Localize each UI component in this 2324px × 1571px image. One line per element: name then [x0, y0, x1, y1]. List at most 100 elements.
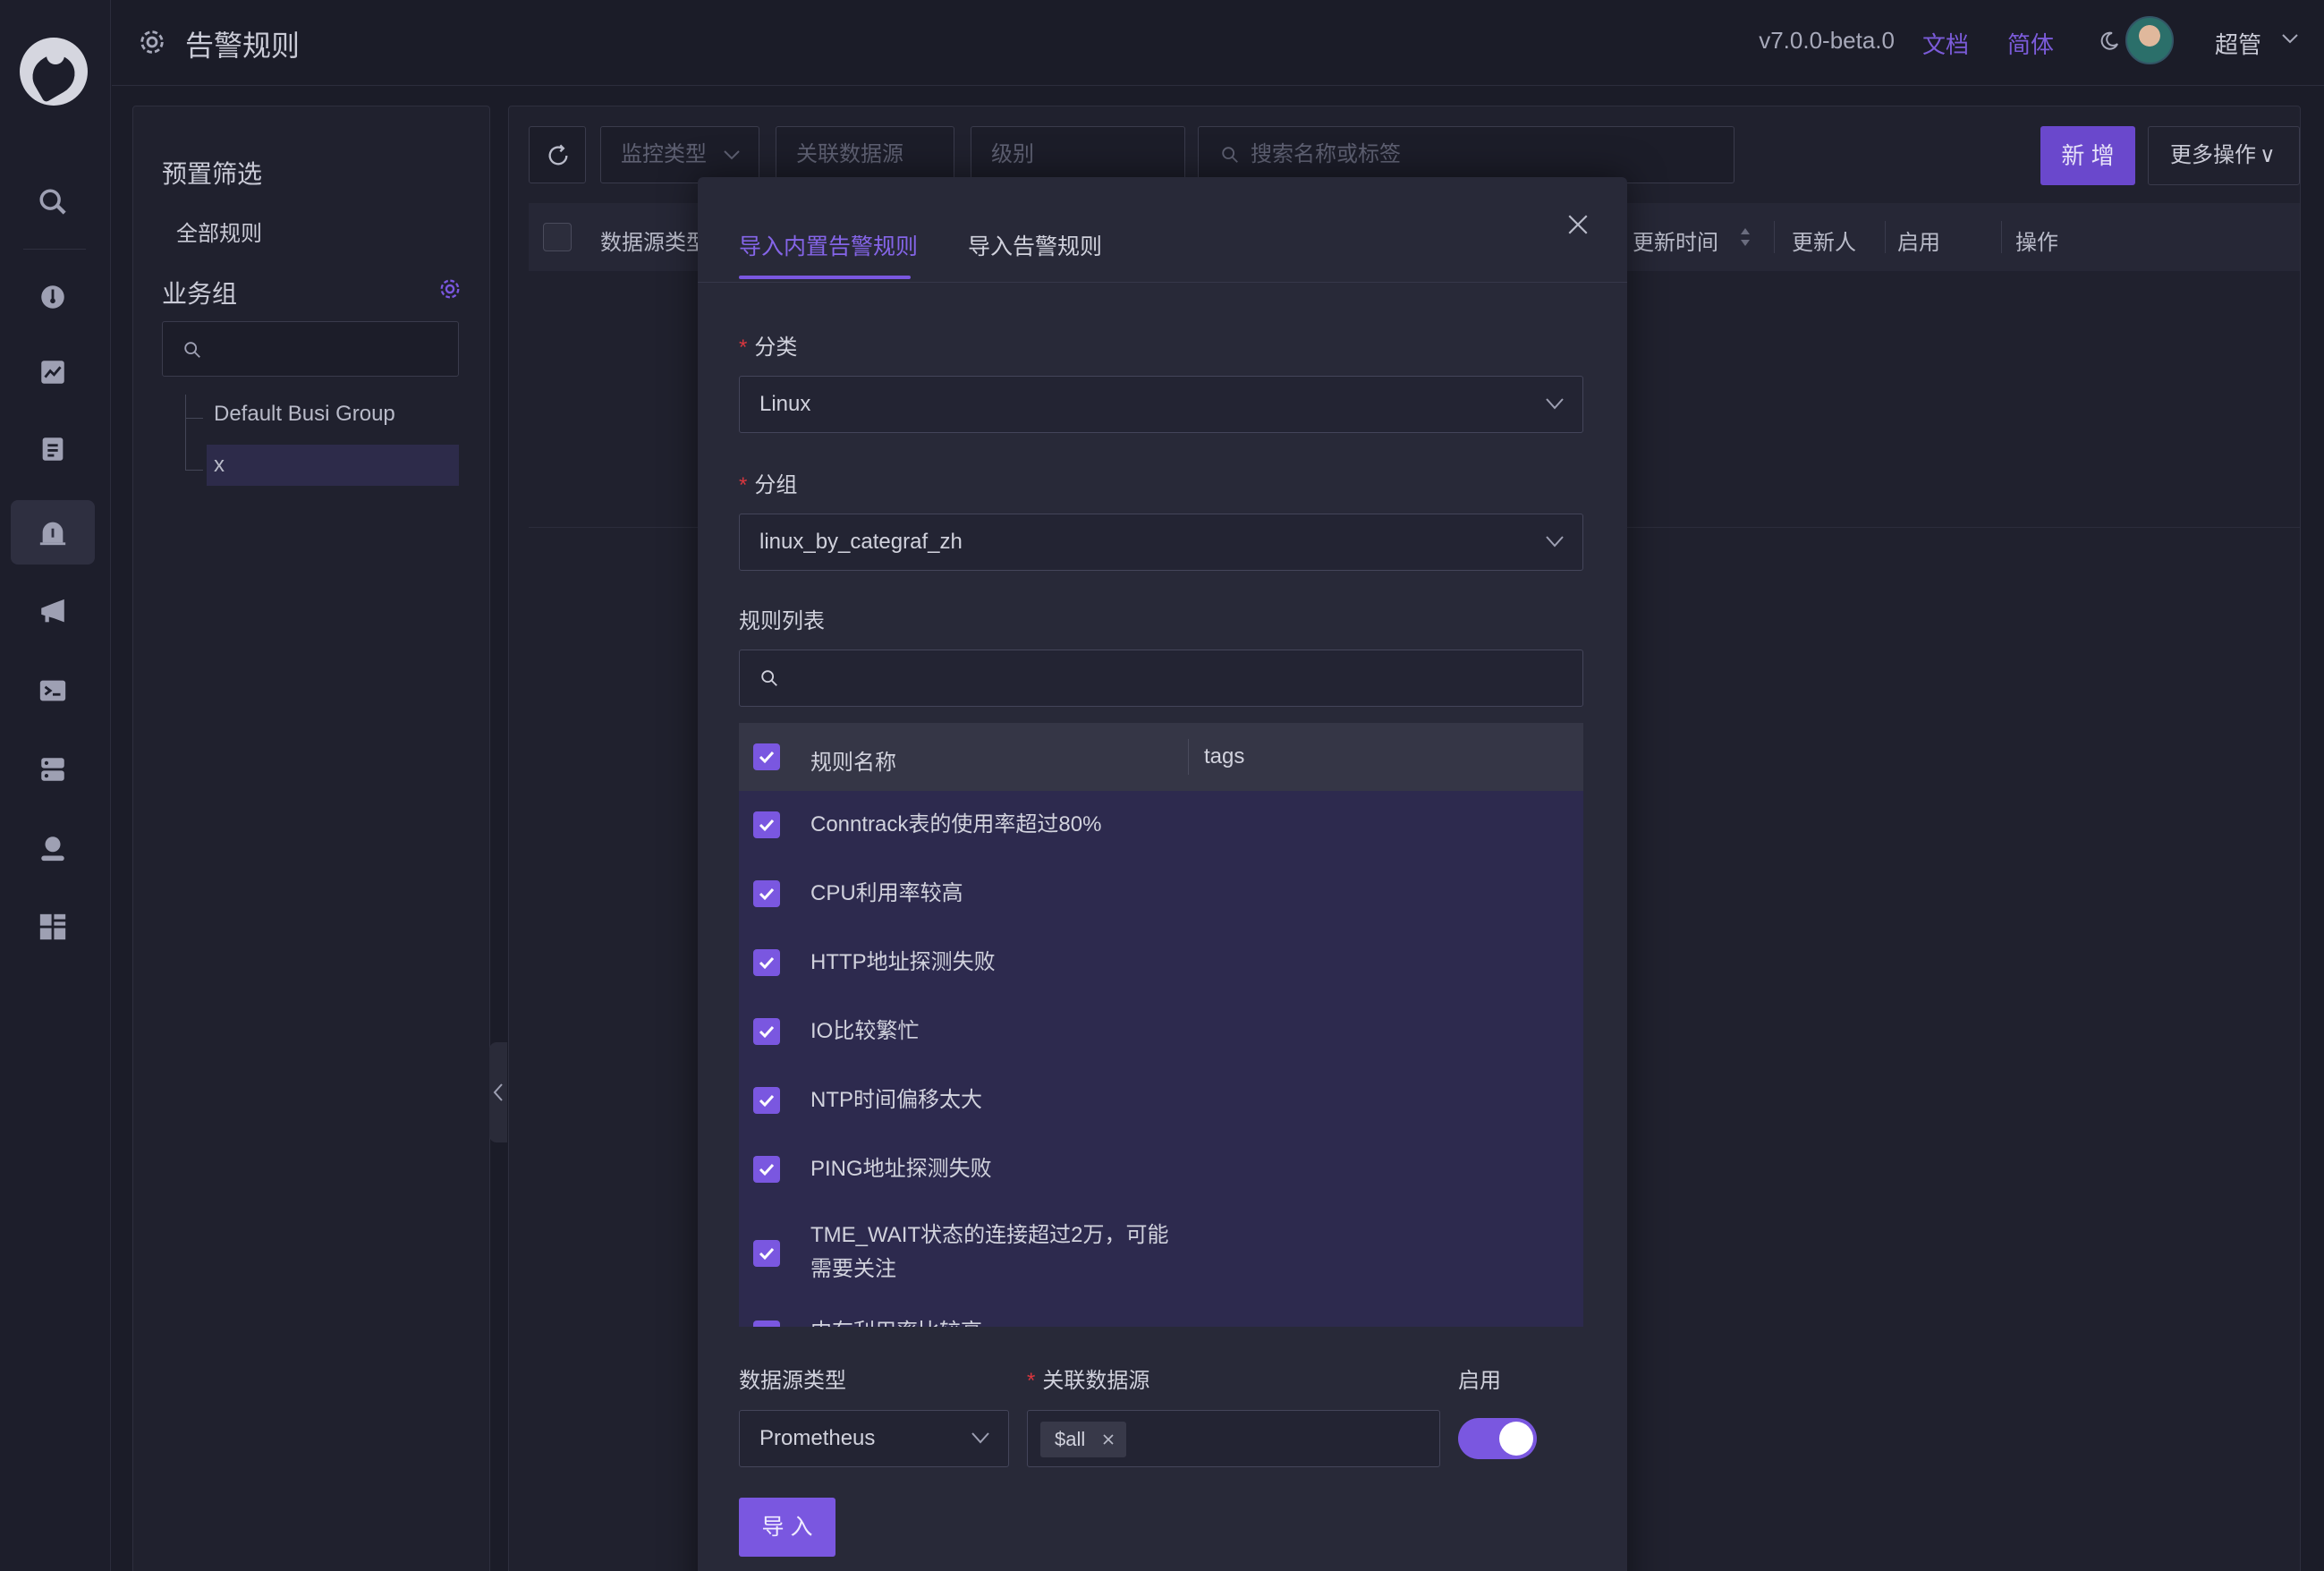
category-value: Linux: [759, 392, 811, 416]
search-icon: [1222, 147, 1238, 163]
datasource-select[interactable]: 关联数据源: [776, 126, 954, 183]
rule-checkbox[interactable]: [753, 1156, 780, 1183]
check-icon: [759, 1163, 775, 1176]
category-label: * 分类: [739, 335, 798, 360]
rule-row[interactable]: TME_WAIT状态的连接超过2万，可能需要关注: [739, 1204, 1583, 1303]
avatar[interactable]: [2125, 16, 2174, 64]
business-group-search-input[interactable]: [162, 321, 459, 377]
tab-import-builtin-rules[interactable]: 导入内置告警规则: [739, 229, 918, 261]
linked-datasource-label: * 关联数据源: [1027, 1369, 1150, 1393]
more-actions-label: 更多操作: [2170, 143, 2256, 167]
col-updated-time[interactable]: 更新时间: [1633, 225, 1718, 256]
rule-checkbox[interactable]: [753, 880, 780, 907]
monitor-type-select[interactable]: 监控类型: [600, 126, 759, 183]
rule-name: 内存利用率比较高: [810, 1315, 1186, 1327]
notify-icon[interactable]: [11, 580, 95, 644]
log-icon[interactable]: [11, 417, 95, 481]
col-datasource-type[interactable]: 数据源类型: [600, 225, 708, 256]
check-icon: [759, 1025, 775, 1039]
rule-name: IO比较繁忙: [810, 1019, 920, 1043]
refresh-icon: [548, 144, 568, 166]
active-tab-indicator: [739, 276, 911, 279]
dashboard-icon[interactable]: [11, 265, 95, 329]
user-name[interactable]: 超管: [2215, 27, 2261, 60]
datasource-type-value: Prometheus: [759, 1426, 876, 1450]
rule-search-input[interactable]: 搜索名称或标签: [1198, 126, 1735, 183]
top-header: 告警规则 v7.0.0-beta.0 文档 简体 超管: [112, 0, 2324, 86]
chevron-left-icon: [493, 1083, 503, 1101]
rule-checkbox[interactable]: [753, 949, 780, 976]
group-select[interactable]: linux_by_categraf_zh: [739, 514, 1583, 571]
rule-list-search-input[interactable]: [739, 650, 1583, 707]
tree-item-x[interactable]: x: [207, 445, 459, 486]
col-enabled[interactable]: 启用: [1897, 225, 1940, 256]
collapse-handle[interactable]: [489, 1042, 507, 1142]
close-icon[interactable]: [1103, 1434, 1114, 1445]
rule-checkbox[interactable]: [753, 1240, 780, 1267]
chevron-down-icon: [724, 150, 740, 160]
rule-row[interactable]: 内存利用率比较高: [739, 1313, 1583, 1327]
rule-list-header: 规则名称 tags: [739, 723, 1583, 791]
user-icon[interactable]: [11, 816, 95, 880]
import-button[interactable]: 导 入: [739, 1498, 835, 1557]
more-actions-button[interactable]: 更多操作 ∨: [2148, 126, 2300, 185]
rule-row[interactable]: Conntrack表的使用率超过80%: [739, 791, 1583, 860]
import-rules-modal: 导入内置告警规则 导入告警规则 * 分类 Linux * 分组 linux_by_c…: [698, 177, 1627, 1571]
filter-panel: 预置筛选 全部规则 业务组 Default Busi Group x: [132, 106, 490, 1571]
level-select[interactable]: 级别: [971, 126, 1185, 183]
chart-icon[interactable]: [11, 340, 95, 404]
rule-row[interactable]: HTTP地址探测失败: [739, 929, 1583, 998]
all-rules-filter[interactable]: 全部规则: [176, 216, 262, 247]
alert-rule-icon[interactable]: [11, 500, 95, 565]
select-all-checkbox[interactable]: [543, 223, 572, 251]
add-rule-button[interactable]: 新 增: [2040, 126, 2135, 185]
enable-toggle[interactable]: [1458, 1418, 1537, 1459]
rule-name: HTTP地址探测失败: [810, 950, 996, 974]
refresh-button[interactable]: [529, 126, 586, 183]
rule-row[interactable]: PING地址探测失败: [739, 1135, 1583, 1204]
col-updated-by[interactable]: 更新人: [1792, 225, 1856, 256]
apps-icon[interactable]: [11, 895, 95, 959]
chevron-down-icon[interactable]: [2281, 32, 2299, 45]
group-value: linux_by_categraf_zh: [759, 530, 963, 554]
language-switch[interactable]: 简体: [2007, 27, 2054, 60]
terminal-icon[interactable]: [11, 658, 95, 723]
rule-name: Conntrack表的使用率超过80%: [810, 812, 1102, 836]
group-label: * 分组: [739, 473, 798, 497]
moon-icon[interactable]: [2099, 30, 2120, 52]
rule-name: NTP时间偏移太大: [810, 1088, 982, 1112]
datasource-type-select[interactable]: Prometheus: [739, 1410, 1009, 1467]
search-icon[interactable]: [11, 170, 95, 234]
monitor-type-placeholder: 监控类型: [621, 142, 707, 166]
server-icon[interactable]: [11, 737, 95, 802]
logo[interactable]: [20, 38, 88, 106]
col-actions[interactable]: 操作: [2015, 225, 2058, 256]
rule-row[interactable]: CPU利用率较高: [739, 860, 1583, 929]
category-select[interactable]: Linux: [739, 376, 1583, 433]
search-icon: [761, 670, 777, 686]
rule-checkbox[interactable]: [753, 811, 780, 838]
search-icon: [184, 342, 200, 358]
business-group-title: 业务组: [162, 280, 238, 308]
tree-item-default-busi-group[interactable]: Default Busi Group: [214, 402, 395, 427]
rule-row[interactable]: IO比较繁忙: [739, 998, 1583, 1066]
close-icon[interactable]: [1566, 213, 1590, 236]
check-icon: [759, 819, 775, 832]
select-all-rules-checkbox[interactable]: [753, 743, 780, 770]
linked-datasource-select[interactable]: $all: [1027, 1410, 1440, 1467]
gear-icon[interactable]: [437, 276, 462, 301]
rule-row[interactable]: NTP时间偏移太大: [739, 1066, 1583, 1135]
sort-icon[interactable]: [1738, 221, 1752, 253]
docs-link[interactable]: 文档: [1922, 27, 1969, 60]
datasource-tag-label: $all: [1055, 1428, 1086, 1450]
datasource-type-label: 数据源类型: [739, 1369, 846, 1393]
check-icon: [759, 1247, 775, 1261]
check-icon: [759, 887, 775, 901]
toggle-knob: [1499, 1422, 1533, 1456]
tab-import-rules[interactable]: 导入告警规则: [968, 229, 1102, 261]
rule-checkbox[interactable]: [753, 1320, 780, 1327]
rule-name: CPU利用率较高: [810, 881, 963, 905]
rule-checkbox[interactable]: [753, 1087, 780, 1114]
rule-checkbox[interactable]: [753, 1018, 780, 1045]
search-placeholder: 搜索名称或标签: [1251, 142, 1401, 166]
